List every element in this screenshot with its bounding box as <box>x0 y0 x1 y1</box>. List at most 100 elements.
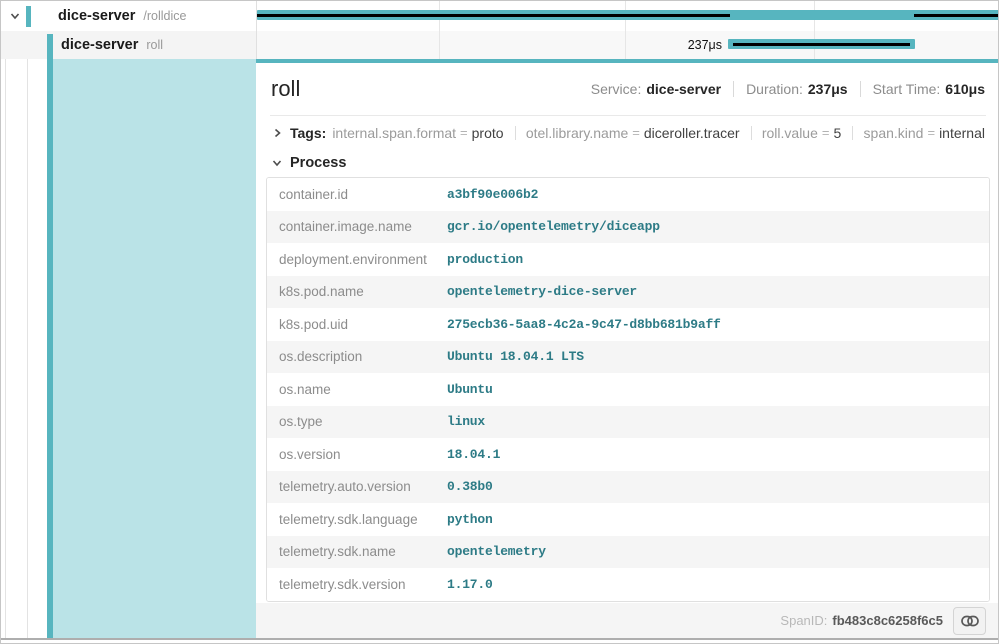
table-row: container.id a3bf90e006b2 <box>267 178 989 211</box>
divider <box>733 81 734 97</box>
attribute-value: 1.17.0 <box>447 577 493 592</box>
tag-value: proto <box>472 125 504 141</box>
start-time-value: 610μs <box>945 81 985 97</box>
span-row-roll[interactable]: dice-server roll <box>1 31 256 59</box>
tag-item: otel.library.name = diceroller.tracer <box>526 125 740 141</box>
tag-equals: = <box>460 125 468 140</box>
attribute-value: opentelemetry <box>447 544 546 559</box>
jaeger-trace-view: dice-server /rolldice dice-server roll 2… <box>0 0 999 644</box>
copy-link-button[interactable] <box>953 607 986 635</box>
tag-value: diceroller.tracer <box>644 125 740 141</box>
tag-value: 5 <box>833 125 841 141</box>
tag-key: span.kind <box>864 125 924 141</box>
span-color-swatch <box>47 34 53 59</box>
table-row: os.description Ubuntu 18.04.1 LTS <box>267 341 989 374</box>
service-label: Service: <box>591 81 642 97</box>
table-row: telemetry.sdk.version 1.17.0 <box>267 568 989 601</box>
span-detail-footer: SpanID: fb483c8c6258f6c5 <box>256 603 999 638</box>
link-icon <box>961 615 979 627</box>
attribute-value: 0.38b0 <box>447 479 493 494</box>
critical-path-segment <box>914 14 999 17</box>
chevron-down-icon[interactable] <box>9 10 21 22</box>
tree-guide-line <box>27 31 28 638</box>
tag-key: otel.library.name <box>526 125 628 141</box>
attribute-key: os.name <box>279 382 447 397</box>
attribute-key: telemetry.sdk.version <box>279 577 447 592</box>
process-attributes-table: container.id a3bf90e006b2 container.imag… <box>266 177 990 602</box>
attribute-key: telemetry.sdk.name <box>279 544 447 559</box>
tag-equals: = <box>822 125 830 140</box>
process-label: Process <box>290 155 346 171</box>
tag-item: internal.span.format = proto <box>332 125 503 141</box>
table-row: os.version 18.04.1 <box>267 438 989 471</box>
chevron-right-icon[interactable] <box>271 127 283 139</box>
tag-key: internal.span.format <box>332 125 456 141</box>
tree-guide-line <box>5 31 6 638</box>
attribute-value: Ubuntu 18.04.1 LTS <box>447 349 584 364</box>
table-row: deployment.environment production <box>267 243 989 276</box>
span-duration-label: 237μs <box>257 31 729 59</box>
attribute-key: k8s.pod.name <box>279 284 447 299</box>
span-row-rolldice[interactable]: dice-server /rolldice <box>1 1 256 31</box>
chevron-down-icon[interactable] <box>271 157 283 169</box>
attribute-key: deployment.environment <box>279 252 447 267</box>
tags-section-toggle[interactable]: Tags: internal.span.format = proto otel.… <box>256 116 999 149</box>
tag-item: roll.value = 5 <box>762 125 841 141</box>
tags-label: Tags: <box>290 125 326 141</box>
span-operation-name[interactable]: /rolldice <box>143 9 186 23</box>
tag-item: span.kind = internal <box>864 125 985 141</box>
table-row: k8s.pod.uid 275ecb36-5aa8-4c2a-9c47-d8bb… <box>267 308 989 341</box>
span-detail-title: roll <box>271 76 300 102</box>
table-row: telemetry.sdk.language python <box>267 503 989 536</box>
attribute-value: production <box>447 252 523 267</box>
attribute-value: python <box>447 512 493 527</box>
span-operation-name[interactable]: roll <box>146 38 163 52</box>
attribute-key: os.version <box>279 447 447 462</box>
attribute-key: container.id <box>279 187 447 202</box>
critical-path-segment <box>733 43 910 46</box>
span-service-name[interactable]: dice-server <box>58 8 135 24</box>
critical-path-segment <box>257 14 730 17</box>
tag-value: internal <box>939 125 985 141</box>
span-service-name[interactable]: dice-server <box>61 37 138 53</box>
duration-label: Duration: <box>746 81 803 97</box>
span-detail-panel: roll Service: dice-server Duration: 237μ… <box>256 59 999 603</box>
attribute-key: telemetry.sdk.language <box>279 512 447 527</box>
attribute-value: 18.04.1 <box>447 447 500 462</box>
attribute-value: a3bf90e006b2 <box>447 187 538 202</box>
service-value: dice-server <box>646 81 721 97</box>
table-row: os.type linux <box>267 406 989 439</box>
attribute-key: telemetry.auto.version <box>279 479 447 494</box>
table-row: telemetry.sdk.name opentelemetry <box>267 536 989 569</box>
attribute-value: 275ecb36-5aa8-4c2a-9c47-d8bb681b9aff <box>447 317 721 332</box>
bottom-border <box>1 638 999 640</box>
span-bar-roll[interactable] <box>728 39 915 49</box>
span-id-label: SpanID: <box>780 613 827 628</box>
process-section-toggle[interactable]: Process <box>256 149 999 177</box>
selected-span-background <box>53 59 256 638</box>
attribute-value: linux <box>447 414 485 429</box>
span-detail-stats: Service: dice-server Duration: 237μs Sta… <box>591 81 985 97</box>
tag-equals: = <box>927 125 935 140</box>
attribute-key: k8s.pod.uid <box>279 317 447 332</box>
duration-value: 237μs <box>808 81 848 97</box>
trace-timeline: 237μs <box>256 1 999 59</box>
attribute-value: gcr.io/opentelemetry/diceapp <box>447 219 660 234</box>
attribute-value: opentelemetry-dice-server <box>447 284 637 299</box>
attribute-key: container.image.name <box>279 219 447 234</box>
span-color-swatch <box>26 6 31 27</box>
span-bar-rolldice[interactable] <box>257 10 999 20</box>
attribute-key: os.type <box>279 414 447 429</box>
start-time-label: Start Time: <box>873 81 941 97</box>
span-detail-header: roll Service: dice-server Duration: 237μ… <box>256 63 999 115</box>
attribute-value: Ubuntu <box>447 382 493 397</box>
tag-equals: = <box>632 125 640 140</box>
table-row: os.name Ubuntu <box>267 373 989 406</box>
table-row: k8s.pod.name opentelemetry-dice-server <box>267 276 989 309</box>
span-id-value: fb483c8c6258f6c5 <box>832 613 943 628</box>
attribute-key: os.description <box>279 349 447 364</box>
divider <box>860 81 861 97</box>
table-row: container.image.name gcr.io/opentelemetr… <box>267 211 989 244</box>
table-row: telemetry.auto.version 0.38b0 <box>267 471 989 504</box>
tag-key: roll.value <box>762 125 818 141</box>
